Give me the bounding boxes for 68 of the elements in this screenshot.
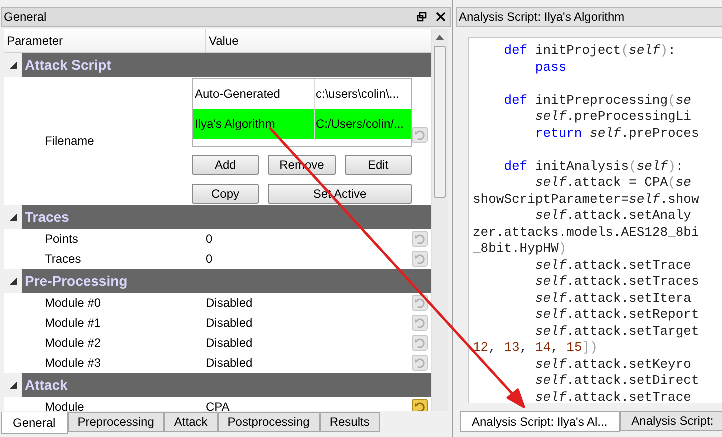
collapse-triangle-icon[interactable] bbox=[10, 214, 16, 220]
column-header[interactable]: Parameter bbox=[4, 29, 206, 52]
scrollbar-thumb[interactable] bbox=[434, 46, 446, 198]
section-header[interactable]: Attack Script bbox=[22, 53, 431, 77]
column-header[interactable]: Value bbox=[206, 29, 431, 52]
code-line: _8bit.HypHW) bbox=[473, 241, 568, 258]
parameter-label: Filename bbox=[45, 133, 94, 150]
code-line: self.attack.setTrace bbox=[534, 258, 692, 274]
code-line: def initPreprocessing(se bbox=[503, 92, 692, 109]
code-line: self.attack = CPA(se bbox=[534, 175, 692, 192]
code-line: self.preProcessingLi bbox=[534, 109, 692, 126]
parameter-value: 0 bbox=[206, 231, 214, 248]
parameter-value: Disabled bbox=[206, 295, 254, 312]
code-line: self.attack.setKeyro bbox=[534, 356, 692, 373]
tab[interactable]: Results bbox=[320, 412, 380, 432]
code-line: self.attack.setTrace bbox=[534, 390, 692, 403]
tab[interactable]: Attack bbox=[164, 412, 218, 432]
tab[interactable]: Analysis Script: Ilya's Al... bbox=[460, 411, 620, 432]
code-line: self.attack.setReport bbox=[534, 307, 700, 324]
code-line: self.attack.setAnaly bbox=[534, 208, 692, 224]
code-line: 12, 13, 14, 15]) bbox=[473, 340, 599, 356]
parameter-label: Module #2 bbox=[45, 335, 102, 352]
section-header[interactable]: Traces bbox=[22, 205, 431, 229]
parameter-value: Disabled bbox=[206, 355, 254, 372]
close-icon[interactable] bbox=[436, 12, 446, 22]
list-button[interactable]: Edit bbox=[344, 155, 412, 175]
revert-icon[interactable] bbox=[412, 295, 428, 311]
tab[interactable]: Preprocessing bbox=[68, 412, 164, 432]
parameter-label: Traces bbox=[45, 251, 82, 268]
code-line: pass bbox=[534, 60, 568, 76]
code-line: def initProject(self): bbox=[503, 43, 677, 60]
code-line: self.attack.setDirect bbox=[534, 373, 700, 390]
tab[interactable]: General bbox=[1, 412, 68, 434]
collapse-triangle-icon[interactable] bbox=[10, 382, 16, 388]
code-line: self.attack.setTarget bbox=[534, 324, 700, 340]
parameter-label: Module #1 bbox=[45, 315, 102, 332]
script-list-row[interactable]: Ilya's Algorithm C:/Users/colin/... bbox=[193, 109, 411, 139]
parameter-value: Disabled bbox=[206, 335, 254, 352]
code-editor[interactable] bbox=[468, 37, 722, 403]
code-line: zer.attacks.models.AES128_8bi bbox=[473, 224, 700, 241]
collapse-triangle-icon[interactable] bbox=[10, 278, 16, 284]
list-button[interactable]: Add bbox=[192, 155, 260, 175]
section-header[interactable]: Attack bbox=[22, 373, 431, 397]
panel-title: General bbox=[4, 9, 48, 26]
script-path: C:/Users/colin/... bbox=[315, 116, 406, 133]
scroll-up-arrow-icon[interactable] bbox=[436, 35, 444, 40]
parameter-label: Module #3 bbox=[45, 355, 102, 372]
code-line: self.attack.setTraces bbox=[534, 274, 700, 290]
parameter-value: CPA bbox=[206, 399, 231, 411]
code-line: showScriptParameter=self.show bbox=[473, 192, 700, 208]
panel-title: Analysis Script: Ilya's Algorithm bbox=[459, 9, 625, 26]
tab[interactable]: Analysis Script: bbox=[620, 411, 722, 431]
float-icon[interactable] bbox=[417, 12, 427, 22]
parameter-label: Module bbox=[45, 399, 86, 411]
parameter-value: Disabled bbox=[206, 315, 254, 332]
section-header[interactable]: Pre-Processing bbox=[22, 269, 431, 293]
parameter-value: 0 bbox=[206, 251, 214, 268]
revert-icon[interactable] bbox=[412, 399, 428, 411]
tab[interactable]: Postprocessing bbox=[218, 412, 320, 432]
parameter-label: Points bbox=[45, 231, 80, 248]
list-button[interactable]: Copy bbox=[192, 184, 259, 204]
code-line: return self.preProces bbox=[534, 126, 700, 142]
collapse-triangle-icon[interactable] bbox=[10, 62, 16, 68]
scrollbar[interactable] bbox=[431, 29, 448, 411]
code-line: self.attack.setItera bbox=[534, 290, 692, 307]
parameter-label: Module #0 bbox=[45, 295, 102, 312]
script-path: c:\users\colin\... bbox=[315, 86, 400, 103]
code-line: def initAnalysis(self): bbox=[503, 158, 685, 175]
